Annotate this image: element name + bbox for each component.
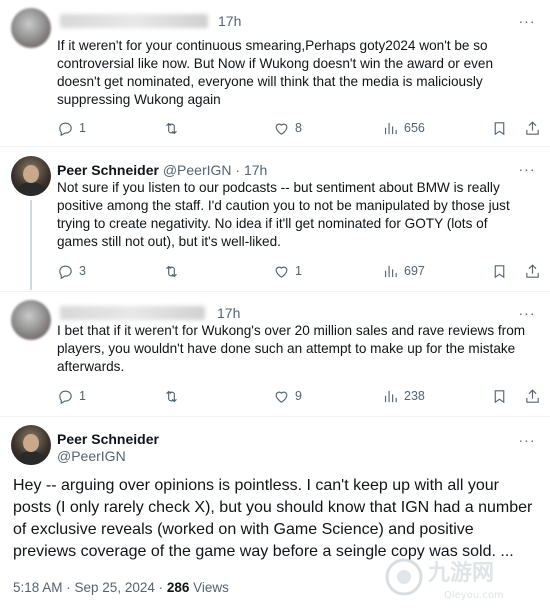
- reply-button[interactable]: 3: [57, 261, 86, 281]
- views-icon: [384, 390, 397, 402]
- reply-icon: [59, 265, 72, 279]
- more-options-icon[interactable]: ···: [518, 433, 536, 452]
- bookmark-button[interactable]: [491, 118, 508, 138]
- retweet-button[interactable]: [163, 261, 185, 281]
- reply-button[interactable]: 1: [57, 386, 86, 406]
- bookmark-icon: [494, 389, 505, 403]
- watermark-logo: 九游网 Qleyou.com: [385, 558, 504, 601]
- timestamp[interactable]: 5:18 AM · Sep 25, 2024 ·: [13, 580, 167, 595]
- separator: ·: [235, 162, 241, 178]
- views-count: 656: [404, 121, 425, 135]
- bookmark-button[interactable]: [491, 261, 508, 281]
- views-icon: [384, 265, 397, 277]
- views-count: 238: [404, 389, 425, 403]
- share-icon: [526, 120, 539, 135]
- display-name[interactable]: Peer Schneider: [57, 162, 159, 178]
- views-label: Views: [189, 580, 229, 595]
- divider: [0, 416, 550, 417]
- retweet-button[interactable]: [163, 118, 185, 138]
- reply-count: 1: [79, 121, 86, 135]
- share-icon: [526, 388, 539, 403]
- tweet-time[interactable]: 17h: [218, 12, 241, 30]
- tweet-time[interactable]: 17h: [217, 304, 240, 322]
- bookmark-icon: [494, 121, 505, 135]
- like-button[interactable]: 1: [273, 261, 302, 281]
- views-button[interactable]: 656: [382, 118, 425, 138]
- handle[interactable]: @PeerIGN: [163, 162, 232, 178]
- avatar[interactable]: [11, 300, 51, 340]
- like-button[interactable]: 9: [273, 386, 302, 406]
- like-count: 8: [295, 121, 302, 135]
- divider: [0, 291, 550, 292]
- more-options-icon[interactable]: ···: [518, 14, 536, 33]
- views-button[interactable]: 697: [382, 261, 425, 281]
- display-name[interactable]: Peer Schneider: [57, 430, 159, 448]
- avatar[interactable]: [11, 425, 51, 465]
- heart-icon: [275, 266, 288, 278]
- bookmark-button[interactable]: [491, 386, 508, 406]
- reply-button[interactable]: 1: [57, 118, 86, 138]
- like-count: 9: [295, 389, 302, 403]
- reply-icon: [59, 122, 72, 136]
- like-button[interactable]: 8: [273, 118, 302, 138]
- avatar[interactable]: [11, 156, 51, 196]
- retweet-button[interactable]: [163, 386, 185, 406]
- tweet-text: I bet that if it weren't for Wukong's ov…: [57, 323, 526, 374]
- share-button[interactable]: [524, 118, 541, 138]
- reply-count: 1: [79, 389, 86, 403]
- retweet-icon: [166, 390, 177, 402]
- tweet-time[interactable]: 17h: [244, 162, 267, 178]
- heart-icon: [275, 123, 288, 135]
- tweet-actions: 1 9 238: [57, 386, 539, 406]
- views-icon: [384, 122, 397, 134]
- reply-count: 3: [79, 264, 86, 278]
- tweet-meta: 5:18 AM · Sep 25, 2024 · 286 Views: [13, 580, 229, 595]
- share-button[interactable]: [524, 386, 541, 406]
- share-button[interactable]: [524, 261, 541, 281]
- bookmark-icon: [494, 264, 505, 278]
- retweet-icon: [166, 122, 177, 134]
- views-count: 697: [404, 264, 425, 278]
- thread-line: [30, 200, 32, 290]
- retweet-icon: [166, 265, 177, 277]
- divider: [0, 146, 550, 147]
- views-button[interactable]: 238: [382, 386, 425, 406]
- watermark-subtext: Qleyou.com: [444, 590, 504, 601]
- heart-icon: [275, 391, 288, 403]
- views-count[interactable]: 286: [167, 580, 190, 595]
- handle[interactable]: @PeerIGN: [57, 447, 126, 465]
- share-icon: [526, 263, 539, 278]
- tweet-text: If it weren't for your continuous smeari…: [57, 38, 494, 107]
- like-count: 1: [295, 264, 302, 278]
- tweet-actions: 3 1 697: [57, 261, 539, 281]
- blurred-username: [60, 14, 208, 28]
- avatar[interactable]: [11, 8, 51, 48]
- reply-icon: [59, 390, 72, 404]
- tweet-text: Not sure if you listen to our podcasts -…: [57, 180, 510, 249]
- tweet-header: Peer Schneider @PeerIGN · 17h: [57, 161, 267, 179]
- watermark-text: 九游网: [427, 560, 494, 586]
- tweet-actions: 1 8 656: [57, 118, 539, 138]
- blurred-username: [60, 306, 205, 320]
